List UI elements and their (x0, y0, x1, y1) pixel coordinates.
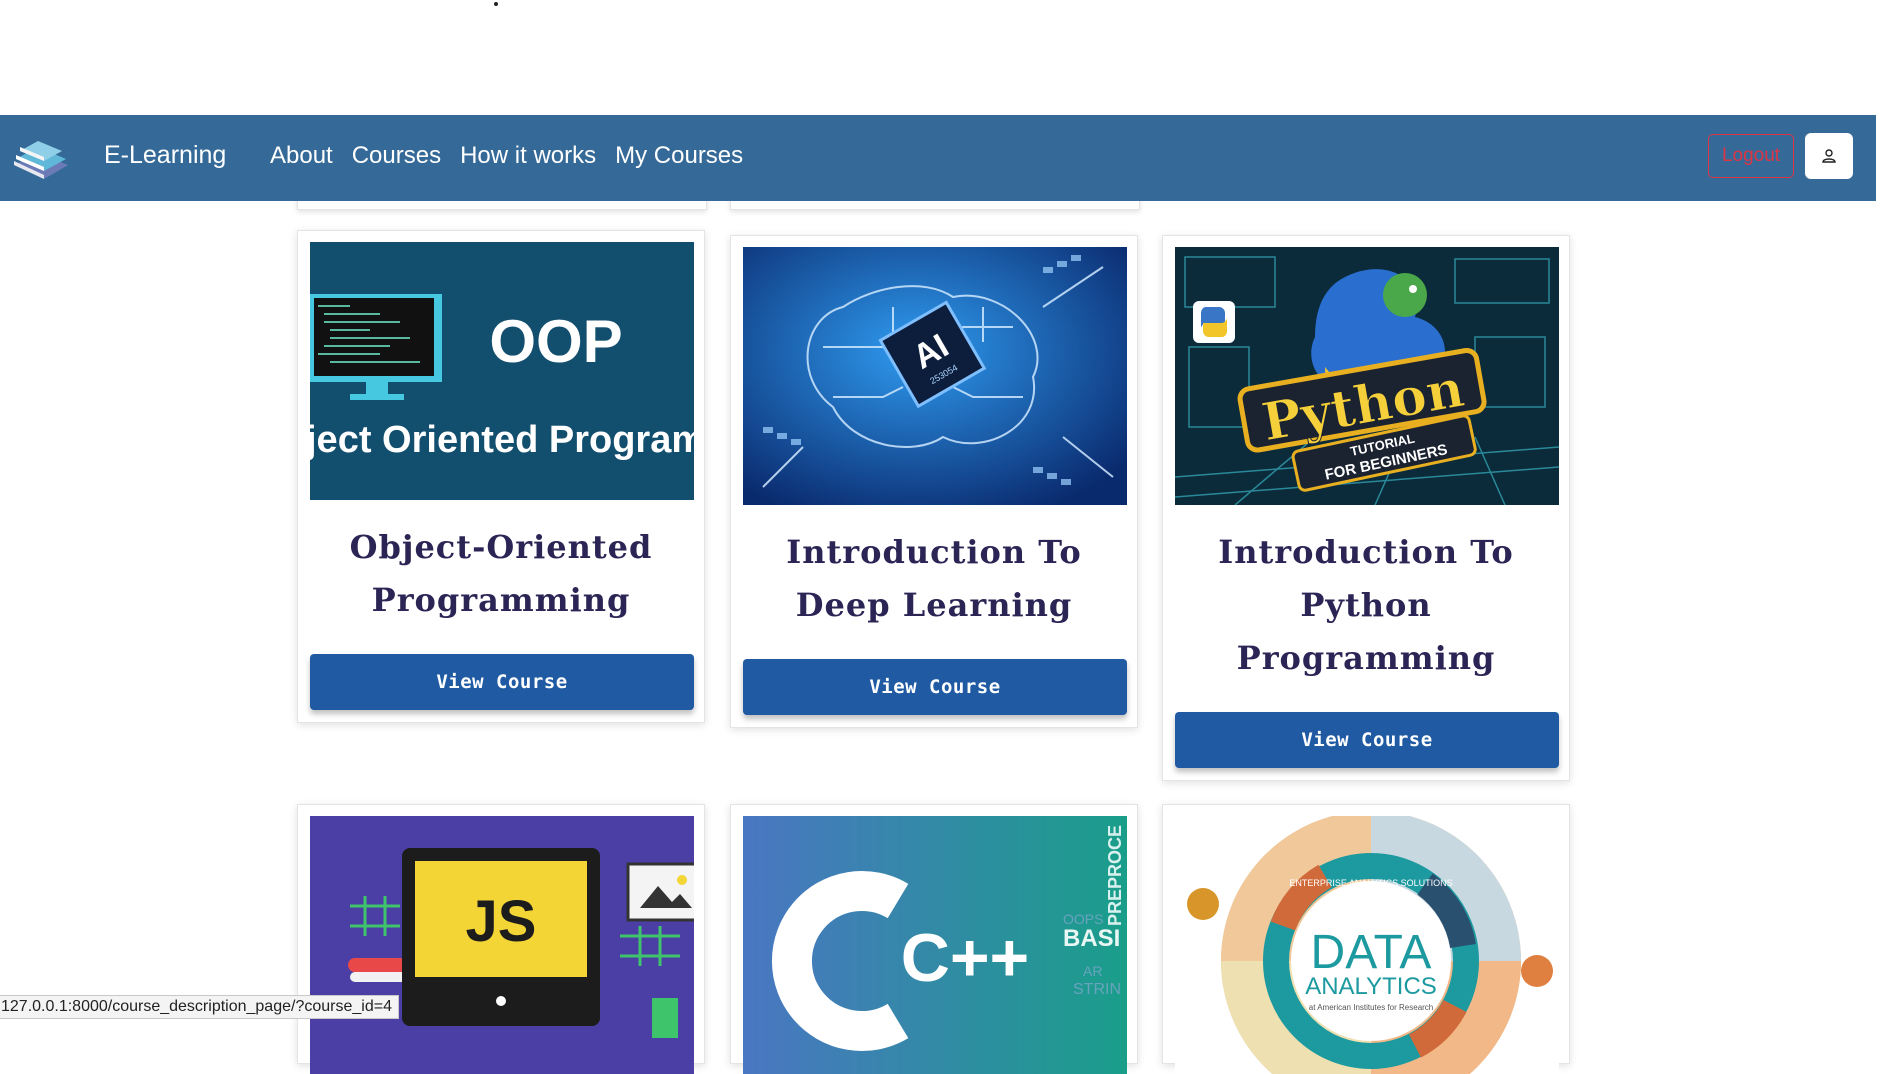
nav-my-courses[interactable]: My Courses (615, 142, 743, 170)
course-card: AI 253054 Introduction To Deep Learning … (730, 235, 1138, 728)
nav-courses[interactable]: Courses (352, 142, 441, 170)
stray-dot (494, 2, 498, 6)
view-course-button[interactable]: View Course (743, 659, 1127, 715)
cpp-side-text5: AR (1083, 963, 1102, 979)
books-logo-icon[interactable] (10, 135, 70, 181)
view-course-button[interactable]: View Course (310, 654, 694, 710)
course-title: Introduction To Python Programming (1218, 533, 1514, 677)
cpp-thumb-text: C++ (901, 920, 1030, 996)
link-status-bar: 127.0.0.1:8000/course_description_page/?… (0, 995, 399, 1019)
course-card: OOP ject Oriented Programmi Object-Orien… (297, 230, 705, 723)
data-thumb-text: DATA (1311, 926, 1432, 979)
course-thumbnail-javascript: JS (310, 816, 694, 1074)
js-thumb-text: JS (466, 889, 537, 954)
cpp-side-text: PREPROCE (1105, 825, 1125, 926)
nav-how-it-works[interactable]: How it works (460, 142, 596, 170)
course-title: Introduction To Deep Learning (786, 533, 1082, 624)
cpp-side-text4: STRIN (1073, 981, 1121, 998)
course-card: DATA ANALYTICS at American Institutes fo… (1162, 804, 1570, 1074)
cpp-side-text3: OOPS (1063, 911, 1103, 927)
user-icon (1822, 149, 1836, 163)
brand-name[interactable]: E-Learning (104, 141, 226, 170)
course-thumbnail-data-analytics: DATA ANALYTICS at American Institutes fo… (1175, 816, 1559, 1074)
nav-about[interactable]: About (270, 142, 333, 170)
nav-links: About Courses How it works My Courses (270, 142, 743, 170)
profile-button[interactable] (1805, 133, 1853, 179)
course-thumbnail-oop: OOP ject Oriented Programmi (310, 242, 694, 500)
view-course-button[interactable]: View Course (1175, 712, 1559, 768)
oop-thumb-subtext: ject Oriented Programmi (310, 419, 694, 461)
cpp-side-text2: BASI (1063, 925, 1120, 952)
course-title: Object-Oriented Programming (349, 528, 653, 619)
course-card: Python TUTORIAL FOR BEGINNERS Introducti… (1162, 235, 1570, 781)
course-thumbnail-cpp: C++ PREPROCE BASI OOPS AR STRIN (743, 816, 1127, 1074)
data-thumb-subtext: ANALYTICS (1305, 973, 1437, 1000)
data-thumb-ring: ENTERPRISE ANALYTICS SOLUTIONS (1289, 878, 1452, 888)
course-card: JS (297, 804, 705, 1074)
course-thumbnail-deep-learning: AI 253054 (743, 247, 1127, 505)
logout-button[interactable]: Logout (1708, 134, 1794, 178)
oop-thumb-text: OOP (489, 308, 622, 375)
data-thumb-subtext2: at American Institutes for Research (1309, 1003, 1434, 1012)
navbar: E-Learning About Courses How it works My… (0, 115, 1876, 201)
course-thumbnail-python: Python TUTORIAL FOR BEGINNERS (1175, 247, 1559, 505)
course-card: C++ PREPROCE BASI OOPS AR STRIN (730, 804, 1138, 1074)
